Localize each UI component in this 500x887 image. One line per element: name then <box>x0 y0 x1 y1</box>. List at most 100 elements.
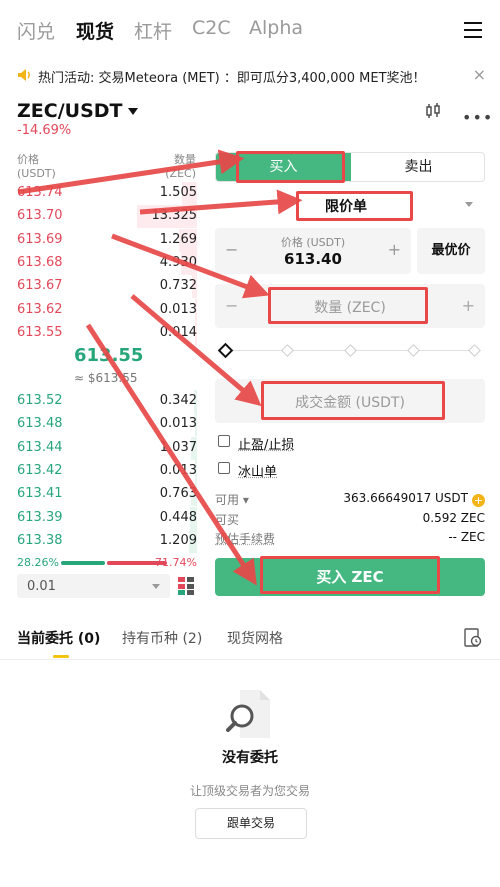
available-value: 363.66649017 USDT <box>343 491 468 505</box>
ask-row[interactable]: 613.69 1.269 <box>17 228 197 252</box>
precision-value: 0.01 <box>27 579 56 594</box>
tab-spot[interactable]: 现货 <box>76 17 114 44</box>
qty-plus-button[interactable]: + <box>462 296 475 315</box>
price-column-header: 价格 (USDT) <box>17 153 56 180</box>
available-label[interactable]: 可用 ▾ <box>215 491 249 508</box>
available-row: 可用 ▾ 363.66649017 USDT + <box>215 491 485 509</box>
last-price: 613.55 <box>74 345 144 366</box>
bid-row[interactable]: 613.52 0.342 <box>17 390 197 413</box>
can-buy-row: 可买 0.592 ZEC <box>215 511 485 529</box>
ask-quantity: 1.505 <box>159 185 197 200</box>
can-buy-label: 可买 <box>215 513 240 527</box>
bid-price: 613.39 <box>17 509 63 525</box>
bid-row[interactable]: 613.39 0.448 <box>17 506 197 530</box>
annotation-box-limit <box>296 191 413 221</box>
sell-tab[interactable]: 卖出 <box>351 153 484 181</box>
bid-quantity: 0.013 <box>159 416 197 432</box>
can-buy-value: 0.592 ZEC <box>422 511 485 525</box>
sell-ratio: 71.74% <box>155 556 197 569</box>
speaker-icon <box>18 69 30 81</box>
buy-ratio-bar <box>61 561 105 565</box>
tab-flash-swap[interactable]: 闪兑 <box>17 17 55 44</box>
bid-price: 613.38 <box>17 532 63 548</box>
ask-quantity: 0.732 <box>159 278 197 294</box>
slider-mark-75[interactable] <box>407 344 420 357</box>
pair-selector[interactable]: ZEC/USDT <box>17 100 139 122</box>
annotation-box-submit <box>260 556 440 594</box>
caret-down-icon <box>128 108 139 115</box>
fee-row: 预估手续费 -- ZEC <box>215 530 485 548</box>
fee-label: 预估手续费 <box>215 532 276 546</box>
buy-ratio: 28.26% <box>17 556 59 569</box>
tpsl-checkbox[interactable]: 止盈/止损 <box>218 433 418 453</box>
ask-row[interactable]: 613.62 0.013 <box>17 298 197 322</box>
slider-mark-25[interactable] <box>281 344 294 357</box>
copy-trading-button[interactable]: 跟单交易 <box>195 808 307 839</box>
annotation-box-amount <box>261 381 445 420</box>
more-icon[interactable]: ••• <box>462 108 493 127</box>
tab-margin[interactable]: 杠杆 <box>134 17 172 44</box>
active-tab-indicator <box>53 655 69 658</box>
ask-quantity: 4.930 <box>159 254 197 270</box>
empty-title: 没有委托 <box>222 750 278 766</box>
annotation-box-buy <box>236 151 345 183</box>
orders-tabs: 当前委托 (0) 持有币种 (2) 现货网格 <box>0 620 500 660</box>
ask-row[interactable]: 613.67 0.732 <box>17 275 197 299</box>
ask-quantity: 1.269 <box>159 231 197 247</box>
close-icon[interactable]: × <box>473 65 486 84</box>
banner-text: 热门活动: 交易Meteora (MET) ：即可瓜分3,400,000 MET… <box>38 71 426 86</box>
bid-row[interactable]: 613.48 0.013 <box>17 413 197 437</box>
slider-handle[interactable] <box>217 342 234 359</box>
tab-holdings[interactable]: 持有币种 (2) <box>122 628 202 648</box>
bid-quantity: 0.448 <box>159 509 197 525</box>
empty-subtitle: 让顶级交易者为您交易 <box>189 784 310 798</box>
tab-open-orders[interactable]: 当前委托 (0) <box>17 628 100 648</box>
menu-icon[interactable] <box>464 22 482 38</box>
best-price-button[interactable]: 最优价 <box>417 228 485 274</box>
slider-mark-100[interactable] <box>468 344 481 357</box>
empty-document-search-icon <box>226 690 270 738</box>
bid-quantity: 0.013 <box>159 462 197 478</box>
deposit-plus-icon[interactable]: + <box>472 494 485 507</box>
ask-quantity: 0.013 <box>159 301 197 317</box>
promo-banner[interactable]: 热门活动: 交易Meteora (MET) ：即可瓜分3,400,000 MET… <box>0 62 500 90</box>
order-history-icon[interactable] <box>464 628 482 648</box>
slider-mark-50[interactable] <box>344 344 357 357</box>
price-label: 价格 (USDT) <box>280 236 346 249</box>
price-change: -14.69% <box>17 123 72 138</box>
ask-price: 613.68 <box>17 254 63 270</box>
amount-slider[interactable] <box>217 342 481 359</box>
price-input[interactable]: − 价格 (USDT) 613.40 + <box>215 228 411 274</box>
tab-spot-grid[interactable]: 现货网格 <box>227 628 283 648</box>
iceberg-label: 冰山单 <box>238 465 278 480</box>
checkbox-icon <box>218 462 230 474</box>
ask-row[interactable]: 613.74 1.505 <box>17 182 197 205</box>
ask-row[interactable]: 613.55 0.014 <box>17 321 197 345</box>
fee-value: -- ZEC <box>448 530 485 544</box>
tab-alpha[interactable]: Alpha <box>249 17 303 39</box>
ask-price: 613.69 <box>17 231 63 247</box>
qty-column-header: 数量 (ZEC) <box>165 153 196 180</box>
bid-row[interactable]: 613.42 0.013 <box>17 459 197 483</box>
pair-symbol: ZEC/USDT <box>17 100 123 122</box>
candlestick-chart-icon[interactable] <box>424 103 442 119</box>
precision-select[interactable]: 0.01 <box>17 574 170 598</box>
ask-price: 613.74 <box>17 185 63 200</box>
tab-c2c[interactable]: C2C <box>192 17 231 39</box>
bid-price: 613.42 <box>17 462 63 478</box>
orderbook-layout-icon[interactable] <box>177 576 195 596</box>
bid-row[interactable]: 613.38 1.209 <box>17 529 197 553</box>
bid-row[interactable]: 613.41 0.763 <box>17 483 197 507</box>
iceberg-checkbox[interactable]: 冰山单 <box>218 460 418 480</box>
ask-price: 613.70 <box>17 208 63 224</box>
buy-sell-ratio: 28.26% 71.74% <box>17 556 197 570</box>
bid-price: 613.44 <box>17 439 63 455</box>
ask-quantity: 13.325 <box>151 208 198 224</box>
ask-quantity: 0.014 <box>159 324 197 340</box>
ask-row[interactable]: 613.70 13.325 <box>17 205 198 229</box>
ask-row[interactable]: 613.68 4.930 <box>17 251 197 275</box>
price-plus-button[interactable]: + <box>388 240 401 259</box>
tpsl-label: 止盈/止损 <box>238 438 295 453</box>
bid-row[interactable]: 613.44 1.037 <box>17 436 197 460</box>
bid-price: 613.52 <box>17 393 63 408</box>
